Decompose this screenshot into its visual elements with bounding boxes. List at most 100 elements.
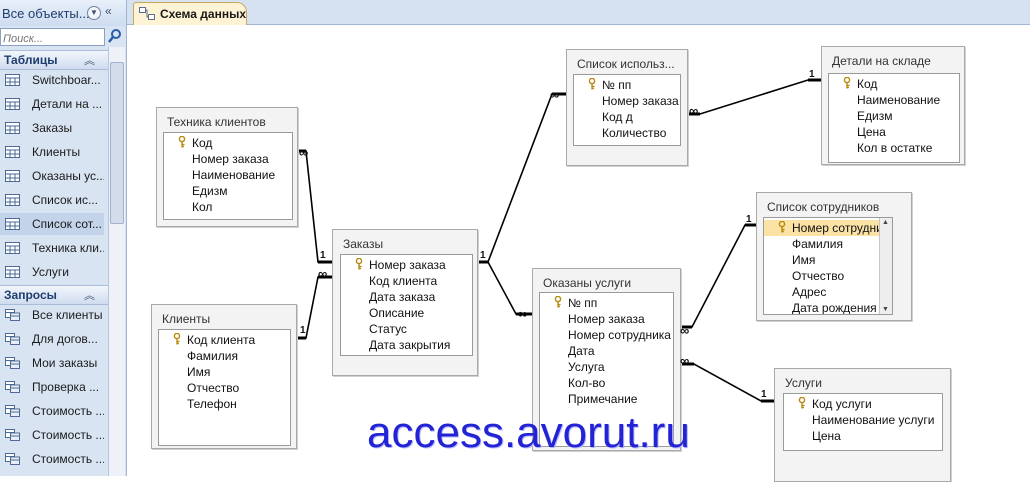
field-row[interactable]: Отчество <box>764 268 879 284</box>
query-nav-item[interactable]: Мои заказы <box>0 352 104 374</box>
query-nav-item[interactable]: Стоимость ... <box>0 448 104 470</box>
field-row[interactable]: Фамилия <box>764 236 879 252</box>
field-row[interactable]: Кол в остатке <box>829 140 959 156</box>
field-row[interactable]: Наименование услуги <box>784 412 942 428</box>
field-list[interactable]: Код услуги Наименование услуги Цена <box>783 393 943 451</box>
chevron-up-icon[interactable]: ︽ <box>84 52 95 68</box>
field-row[interactable]: Услуга <box>540 359 673 375</box>
table-nav-item[interactable]: Детали на ... <box>0 93 104 115</box>
field-row[interactable]: Едизм <box>164 183 292 199</box>
relationship-line[interactable] <box>476 93 566 263</box>
field-row[interactable]: Фамилия <box>159 348 290 364</box>
group-header-tables[interactable]: Таблицы ︽ <box>0 50 108 70</box>
field-row[interactable]: Код клиента <box>341 273 472 289</box>
field-row[interactable]: Дата заказа <box>341 289 472 305</box>
table-title[interactable]: Заказы <box>343 237 383 251</box>
field-row[interactable]: Примечание <box>540 391 673 407</box>
field-row[interactable]: Кол <box>164 199 292 215</box>
table-nav-item[interactable]: Список сот... <box>0 213 104 235</box>
navigation-pane-header[interactable]: Все объекты... ▼ « <box>0 0 126 26</box>
table-nav-item[interactable]: Список ис... <box>0 189 104 211</box>
query-nav-item[interactable]: Все клиенты <box>0 304 104 326</box>
nav-scrollbar-thumb[interactable] <box>110 62 124 224</box>
table-box[interactable]: Услуги Код услуги Наименование услуги Цена <box>774 368 951 482</box>
field-list[interactable]: Код Номер заказа Наименование Едизм Кол <box>163 132 293 220</box>
field-row[interactable]: Имя <box>159 364 290 380</box>
field-row[interactable]: Описание <box>341 305 472 321</box>
field-list[interactable]: Номер сотрудника Фамилия Имя Отчество Адрес Д… <box>763 217 893 315</box>
field-row[interactable]: Код услуги <box>784 396 942 412</box>
field-row[interactable]: Номер заказа <box>164 151 292 167</box>
field-row[interactable]: Цена <box>784 428 942 444</box>
table-box[interactable]: Клиенты Код клиента Фамилия Имя Отчество Теле… <box>151 304 297 449</box>
field-row[interactable]: Цена <box>829 124 959 140</box>
relationship-line[interactable] <box>679 224 756 328</box>
field-row[interactable]: Номер сотрудника <box>540 327 673 343</box>
table-box[interactable]: Заказы Номер заказа Код клиента Дата заказа… <box>332 229 478 376</box>
scroll-down-icon[interactable]: ▼ <box>882 306 889 313</box>
relationship-line[interactable] <box>679 363 774 402</box>
collapse-pane-icon[interactable]: « <box>105 4 112 18</box>
table-title[interactable]: Оказаны услуги <box>543 276 631 290</box>
field-row[interactable]: Код <box>164 135 292 151</box>
query-nav-item[interactable]: Проверка ... <box>0 376 104 398</box>
field-row[interactable]: Код клиента <box>159 332 290 348</box>
table-title[interactable]: Список использ... <box>577 57 675 71</box>
field-row[interactable]: № пп <box>540 295 673 311</box>
field-row[interactable]: Наименование <box>164 167 292 183</box>
field-row[interactable]: Отчество <box>159 380 290 396</box>
table-box[interactable]: Список использ... № пп Номер заказа Код д Ко… <box>566 49 688 166</box>
query-nav-item[interactable]: Для догов... <box>0 328 104 350</box>
field-row[interactable]: № пп <box>574 77 680 93</box>
table-title[interactable]: Техника клиентов <box>167 115 266 129</box>
field-list[interactable]: Номер заказа Код клиента Дата заказа Описан… <box>340 254 473 356</box>
search-icon[interactable] <box>107 28 123 44</box>
field-row[interactable]: Дата закрытия <box>341 337 472 353</box>
table-nav-item[interactable]: Заказы <box>0 117 104 139</box>
field-row[interactable]: Адрес <box>764 284 879 300</box>
query-nav-item[interactable]: Стоимость ... <box>0 424 104 446</box>
table-box[interactable]: Техника клиентов Код Номер заказа Наименова… <box>156 107 298 227</box>
relationship-line[interactable] <box>686 79 821 115</box>
field-list[interactable]: Код Наименование Едизм Цена Кол в остатке <box>828 73 960 163</box>
table-title[interactable]: Услуги <box>785 376 822 390</box>
field-row[interactable]: Номер сотрудника <box>764 220 892 236</box>
field-list-scrollbar[interactable]: ▲ ▼ <box>879 218 892 314</box>
field-row[interactable]: Статус <box>341 321 472 337</box>
search-box[interactable] <box>0 28 105 47</box>
scroll-up-icon[interactable]: ▲ <box>882 219 889 226</box>
table-title[interactable]: Клиенты <box>162 312 210 326</box>
field-row[interactable]: Количество <box>574 125 680 141</box>
field-row[interactable]: Код д <box>574 109 680 125</box>
field-row[interactable]: Номер заказа <box>540 311 673 327</box>
table-nav-item[interactable]: Оказаны ус... <box>0 165 104 187</box>
field-row[interactable]: Имя <box>764 252 879 268</box>
table-box[interactable]: Детали на складе Код Наименование Едизм Цена… <box>821 46 965 165</box>
field-row[interactable]: Телефон <box>159 396 290 412</box>
field-row[interactable]: Дата <box>540 343 673 359</box>
table-nav-item[interactable]: Switchboar... <box>0 69 104 91</box>
field-row[interactable]: Номер заказа <box>341 257 472 273</box>
field-row[interactable]: Едизм <box>829 108 959 124</box>
table-box[interactable]: Список сотрудников Номер сотрудника Фамили… <box>756 192 912 321</box>
field-row[interactable]: Наименование <box>829 92 959 108</box>
table-nav-item[interactable]: Клиенты <box>0 141 104 163</box>
query-nav-item[interactable]: Стоимость ... <box>0 400 104 422</box>
group-header-queries[interactable]: Запросы ︽ <box>0 285 108 305</box>
field-list[interactable]: № пп Номер заказа Код д Количество <box>573 74 681 146</box>
table-title[interactable]: Список сотрудников <box>767 200 879 214</box>
field-row[interactable]: Номер заказа <box>574 93 680 109</box>
nav-pane-title[interactable]: Все объекты... <box>2 6 90 21</box>
search-input[interactable] <box>1 31 103 47</box>
field-list[interactable]: Код клиента Фамилия Имя Отчество Телефон <box>158 329 291 446</box>
relationship-line[interactable] <box>296 150 332 263</box>
chevron-up-icon[interactable]: ︽ <box>84 287 95 303</box>
tab-relationships[interactable]: Схема данных <box>133 2 247 25</box>
chevron-down-icon[interactable]: ▼ <box>87 6 101 20</box>
table-title[interactable]: Детали на складе <box>832 54 931 68</box>
field-row[interactable]: Дата рождения <box>764 300 879 314</box>
field-row[interactable]: Код <box>829 76 959 92</box>
table-nav-item[interactable]: Техника кли... <box>0 237 104 259</box>
table-nav-item[interactable]: Услуги <box>0 261 104 283</box>
field-row[interactable]: Кол-во <box>540 375 673 391</box>
